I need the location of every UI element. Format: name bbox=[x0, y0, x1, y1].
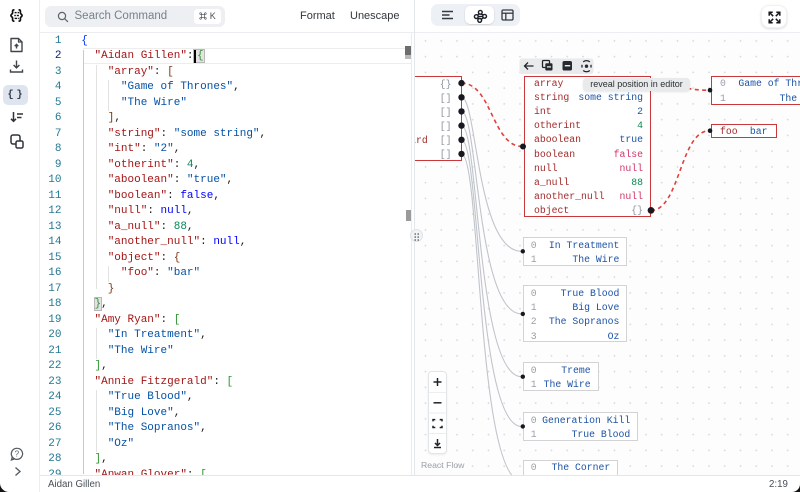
svg-text:?: ? bbox=[14, 450, 19, 459]
